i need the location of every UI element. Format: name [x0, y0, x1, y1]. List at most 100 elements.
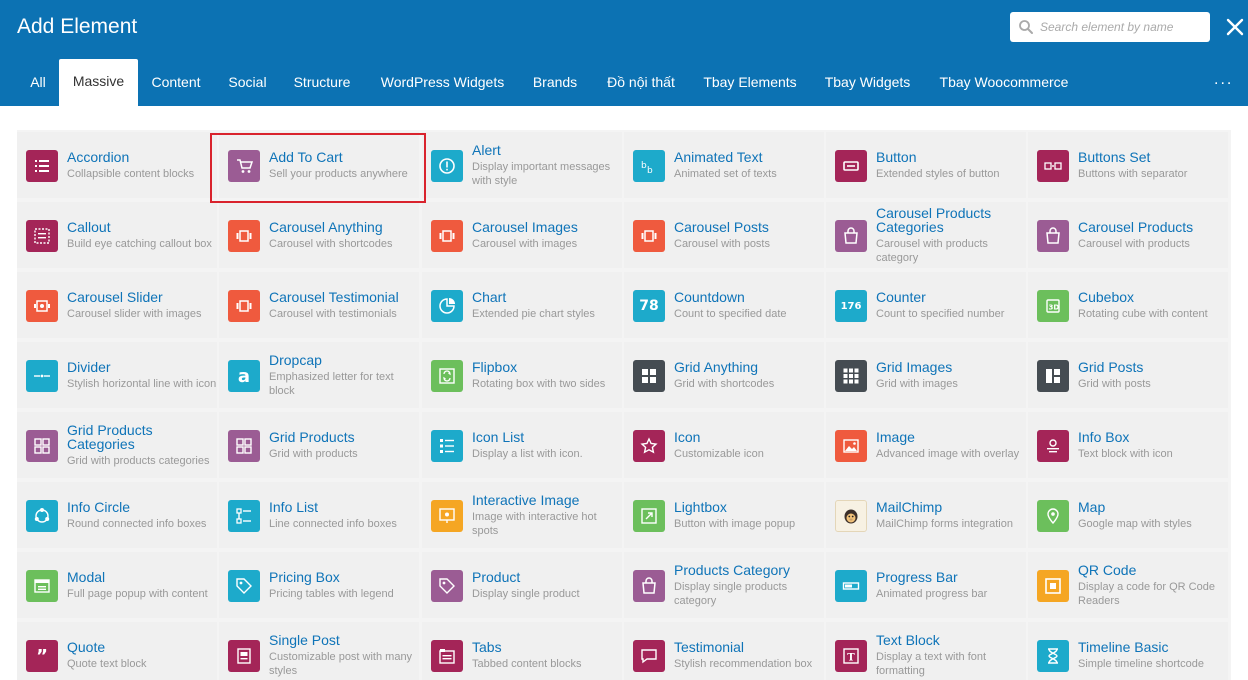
more-tabs-button[interactable]: ...	[1214, 71, 1236, 93]
element-alert[interactable]: Alert Display important messages with sty…	[422, 132, 622, 198]
tab-wordpress-widgets[interactable]: WordPress Widgets	[370, 58, 515, 106]
element-callout[interactable]: Callout Build eye catching callout box	[17, 202, 217, 268]
element-carousel-testimonial[interactable]: Carousel Testimonial Carousel with testim…	[219, 272, 419, 338]
element-pricing-box[interactable]: Pricing Box Pricing tables with legend	[219, 552, 419, 618]
element-description: Count to specified date	[674, 307, 787, 320]
tab-social[interactable]: Social	[220, 58, 275, 106]
element-mailchimp[interactable]: MailChimp MailChimp forms integration	[826, 482, 1026, 548]
element-text: Carousel Testimonial Carousel with testim…	[269, 272, 421, 338]
element-counter[interactable]: 176 Counter Count to specified number	[826, 272, 1026, 338]
dialog-title: Add Element	[17, 15, 138, 38]
element-quote[interactable]: ” Quote Quote text block	[17, 622, 217, 680]
search-input[interactable]	[1040, 12, 1206, 42]
element-tabs[interactable]: Tabs Tabbed content blocks	[422, 622, 622, 680]
element-carousel-images[interactable]: Carousel Images Carousel with images	[422, 202, 622, 268]
element-text: Alert Display important messages with sty…	[472, 132, 624, 198]
element-name: Modal	[67, 568, 106, 585]
svg-text:T: T	[847, 653, 855, 664]
element-name: Carousel Products Categories	[876, 204, 992, 235]
element-description: Sell your products anywhere	[269, 167, 408, 180]
element-carousel-slider[interactable]: Carousel Slider Carousel slider with imag…	[17, 272, 217, 338]
element-icon[interactable]: Icon Customizable icon	[624, 412, 824, 478]
element-name: Grid Images	[876, 358, 953, 375]
element-grid-anything[interactable]: Grid Anything Grid with shortcodes	[624, 342, 824, 408]
tag-icon	[228, 570, 260, 602]
tab-structure[interactable]: Structure	[284, 58, 360, 106]
element-description: MailChimp forms integration	[876, 517, 1013, 530]
element-name: Chart	[472, 288, 507, 305]
element-add-to-cart[interactable]: Add To Cart Sell your products anywhere	[219, 132, 419, 198]
element-chart[interactable]: Chart Extended pie chart styles	[422, 272, 622, 338]
element-name: Add To Cart	[269, 148, 343, 165]
element-name: Timeline Basic	[1078, 638, 1169, 655]
element-description: Customizable post with many styles	[269, 650, 413, 677]
element-grid-posts[interactable]: Grid Posts Grid with posts	[1028, 342, 1228, 408]
element-flipbox[interactable]: Flipbox Rotating box with two sides	[422, 342, 622, 408]
element-text-block[interactable]: T Text Block Display a text with font form…	[826, 622, 1026, 680]
element-description: Image with interactive hot spots	[472, 510, 597, 537]
tab-massive[interactable]: Massive	[59, 59, 138, 106]
element-cubebox[interactable]: 3D Cubebox Rotating cube with content	[1028, 272, 1228, 338]
element-text: Counter Count to specified number	[876, 272, 1028, 338]
element-single-post[interactable]: Single Post Customizable post with many s…	[219, 622, 419, 680]
element-description: Grid with posts	[1078, 377, 1151, 390]
element-name: Interactive Image	[472, 491, 580, 508]
element-carousel-anything[interactable]: Carousel Anything Carousel with shortcode…	[219, 202, 419, 268]
element-product[interactable]: Product Display single product	[422, 552, 622, 618]
element-name: Grid Products Categories	[67, 421, 153, 452]
close-icon[interactable]	[1224, 16, 1246, 38]
element-progress-bar[interactable]: Progress Bar Animated progress bar	[826, 552, 1026, 618]
element-dropcap[interactable]: a Dropcap Emphasized letter for text block	[219, 342, 419, 408]
search-box[interactable]	[1010, 12, 1210, 42]
element-name: QR Code	[1078, 561, 1137, 578]
tab-tbay-widgets[interactable]: Tbay Widgets	[816, 58, 919, 106]
element-interactive-image[interactable]: Interactive Image Image with interactive …	[422, 482, 622, 548]
element-qr-code[interactable]: QR Code Display a code for QR Code Reader…	[1028, 552, 1228, 618]
element-info-box[interactable]: Info Box Text block with icon	[1028, 412, 1228, 478]
element-button[interactable]: Button Extended styles of button	[826, 132, 1026, 198]
element-modal[interactable]: Modal Full page popup with content	[17, 552, 217, 618]
element-text: Grid Anything Grid with shortcodes	[674, 342, 826, 408]
element-carousel-products[interactable]: Carousel Products Carousel with products	[1028, 202, 1228, 268]
tag-icon	[431, 570, 463, 602]
element-testimonial[interactable]: Testimonial Stylish recommendation box	[624, 622, 824, 680]
icon-glyph: 78	[639, 298, 659, 314]
element-divider[interactable]: Divider Stylish horizontal line with icon	[17, 342, 217, 408]
element-name: Counter	[876, 288, 926, 305]
element-text: Carousel Products Carousel with products	[1078, 202, 1230, 268]
element-info-list[interactable]: Info List Line connected info boxes	[219, 482, 419, 548]
element-carousel-products-categories[interactable]: Carousel Products Categories Carousel wit…	[826, 202, 1026, 268]
element-image[interactable]: Image Advanced image with overlay	[826, 412, 1026, 478]
element-accordion[interactable]: Accordion Collapsible content blocks	[17, 132, 217, 198]
element-description: Count to specified number	[876, 307, 1005, 320]
element-timeline-basic[interactable]: Timeline Basic Simple timeline shortcode	[1028, 622, 1228, 680]
element-carousel-posts[interactable]: Carousel Posts Carousel with posts	[624, 202, 824, 268]
element-description: Stylish recommendation box	[674, 657, 813, 670]
element-products-category[interactable]: Products Category Display single products…	[624, 552, 824, 618]
element-lightbox[interactable]: Lightbox Button with image popup	[624, 482, 824, 548]
tab-tbay-woocommerce[interactable]: Tbay Woocommerce	[929, 58, 1079, 106]
element-buttons-set[interactable]: Buttons Set Buttons with separator	[1028, 132, 1228, 198]
element-icon-list[interactable]: Icon List Display a list with icon.	[422, 412, 622, 478]
element-grid-products-categories[interactable]: Grid Products Categories Grid with produc…	[17, 412, 217, 478]
element-description: Round connected info boxes	[67, 517, 207, 530]
tab-all[interactable]: All	[22, 58, 54, 106]
tab-do-noi-that[interactable]: Đồ nội thất	[597, 58, 685, 106]
svg-text:b: b	[647, 166, 653, 175]
tab-content[interactable]: Content	[142, 58, 210, 106]
element-grid-products[interactable]: Grid Products Grid with products	[219, 412, 419, 478]
element-text: Grid Images Grid with images	[876, 342, 1028, 408]
element-name: Alert	[472, 141, 501, 158]
dropcap-icon: a	[228, 360, 260, 392]
element-grid-images[interactable]: Grid Images Grid with images	[826, 342, 1026, 408]
element-countdown[interactable]: 78 Countdown Count to specified date	[624, 272, 824, 338]
element-name: Carousel Images	[472, 218, 578, 235]
countdown-icon: 78	[633, 290, 665, 322]
element-text: Callout Build eye catching callout box	[67, 202, 219, 268]
tab-brands[interactable]: Brands	[524, 58, 586, 106]
element-map[interactable]: Map Google map with styles	[1028, 482, 1228, 548]
grid-products-icon	[228, 430, 260, 462]
tab-tbay-elements[interactable]: Tbay Elements	[694, 58, 806, 106]
element-animated-text[interactable]: b b Animated Text Animated set of texts	[624, 132, 824, 198]
element-info-circle[interactable]: Info Circle Round connected info boxes	[17, 482, 217, 548]
